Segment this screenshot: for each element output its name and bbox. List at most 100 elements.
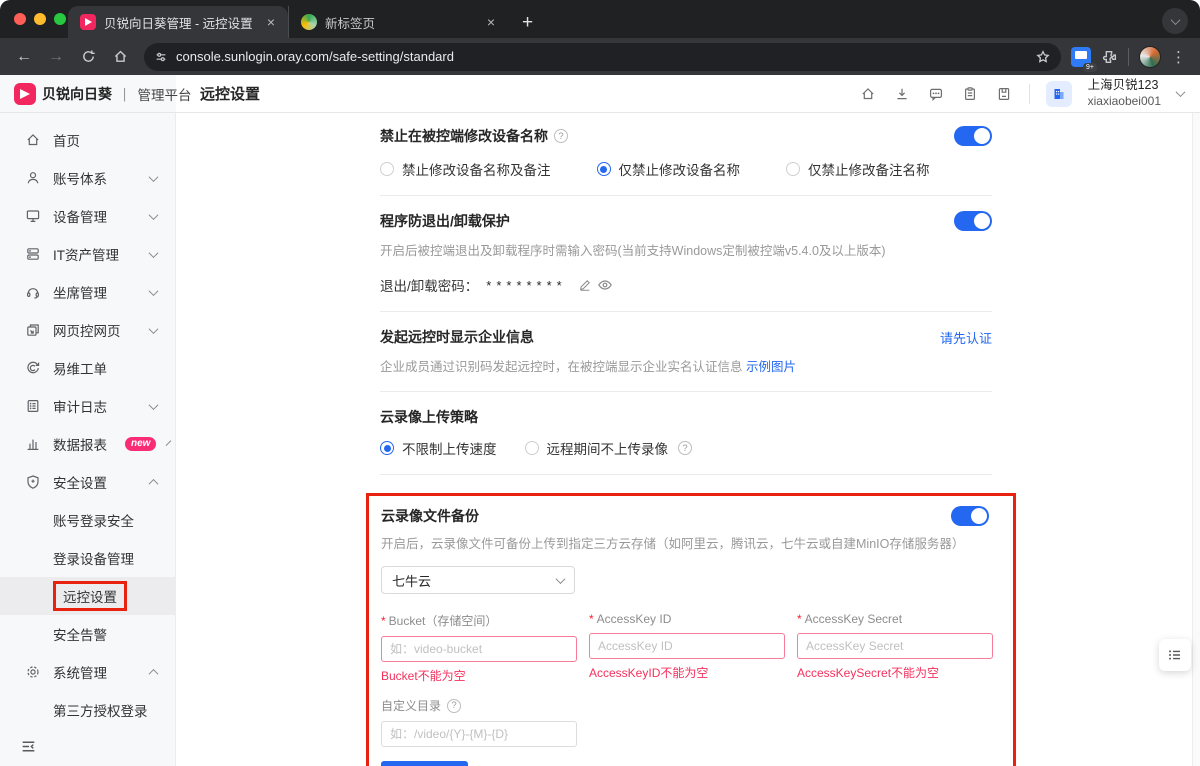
sidebar-item-reports[interactable]: 数据报表 new (0, 425, 175, 463)
minimize-window-button[interactable] (34, 13, 46, 25)
device-name-toggle[interactable] (954, 126, 992, 146)
server-icon (24, 246, 41, 263)
close-tab-icon[interactable]: × (484, 14, 498, 30)
bucket-error: Bucket不能为空 (381, 667, 577, 684)
custom-dir-label-row: 自定义目录 ? (381, 697, 989, 714)
app-logo[interactable]: 贝锐向日葵 ｜ 管理平台 (0, 75, 176, 112)
edit-pencil-icon[interactable] (577, 277, 593, 293)
close-tab-icon[interactable]: × (264, 14, 278, 30)
monitor-icon (24, 208, 41, 225)
sidebar-item-login-device-mgmt[interactable]: 登录设备管理 (0, 539, 175, 577)
bucket-input[interactable] (381, 636, 577, 662)
radio-icon (597, 162, 611, 176)
headset-icon (24, 284, 41, 301)
custom-dir-input[interactable] (381, 721, 577, 747)
user-info[interactable]: 上海贝锐123 xiaxiaobei001 (1088, 78, 1161, 109)
floating-list-button[interactable] (1159, 639, 1191, 671)
home-icon[interactable] (859, 85, 877, 103)
help-icon[interactable]: ? (554, 129, 568, 143)
password-row: 退出/卸载密码： ******** (380, 275, 992, 295)
sidebar-item-third-party-login[interactable]: 第三方授权登录 (0, 691, 175, 729)
annotation-red-box: 远控设置 (53, 581, 127, 611)
shield-icon (24, 474, 41, 491)
sidebar-item-system-mgmt[interactable]: 系统管理 (0, 653, 175, 691)
clipboard-icon[interactable] (961, 85, 979, 103)
sidebar-item-it-assets[interactable]: IT资产管理 (0, 235, 175, 273)
close-window-button[interactable] (14, 13, 26, 25)
sidebar-item-security-alerts[interactable]: 安全告警 (0, 615, 175, 653)
address-bar[interactable]: console.sunlogin.oray.com/safe-setting/s… (144, 43, 1061, 71)
radio-no-upload-during-remote[interactable]: 远程期间不上传录像? (525, 438, 693, 458)
test-connectivity-button[interactable]: 测试连通性 (381, 761, 468, 766)
download-icon[interactable] (893, 85, 911, 103)
accesskey-id-error: AccessKeyID不能为空 (589, 664, 785, 681)
eye-icon[interactable] (597, 277, 613, 293)
sidebar-item-devices[interactable]: 设备管理 (0, 197, 175, 235)
zoom-window-button[interactable] (54, 13, 66, 25)
sidebar-item-ticket[interactable]: 易维工单 (0, 349, 175, 387)
sidebar-item-account-login-security[interactable]: 账号登录安全 (0, 501, 175, 539)
toolbar-right: 9+ ⋮ (1071, 46, 1190, 68)
backup-toggle[interactable] (951, 506, 989, 526)
radio-forbid-name-and-note[interactable]: 禁止修改设备名称及备注 (380, 159, 551, 179)
divider (380, 474, 992, 475)
sample-image-link[interactable]: 示例图片 (746, 360, 796, 374)
sidebar-collapse-icon[interactable] (20, 738, 38, 756)
verify-first-link[interactable]: 请先认证 (940, 328, 992, 347)
site-settings-icon[interactable] (154, 50, 168, 64)
home-button[interactable] (106, 43, 134, 71)
radio-forbid-note-only[interactable]: 仅禁止修改备注名称 (786, 159, 930, 179)
sidebar-item-accounts[interactable]: 账号体系 (0, 159, 175, 197)
new-tab-button[interactable]: + (522, 12, 533, 38)
sidebar-item-web-control[interactable]: 网页控网页 (0, 311, 175, 349)
org-avatar[interactable] (1046, 81, 1072, 107)
radio-unlimited-speed[interactable]: 不限制上传速度 (380, 438, 497, 458)
password-mask: ******** (486, 278, 566, 293)
main-panel: 禁止在被控端修改设备名称 ? 禁止修改设备名称及备注 仅禁止修改设备名称 仅禁止… (176, 113, 1200, 766)
message-icon[interactable] (927, 85, 945, 103)
back-button[interactable]: ← (10, 43, 38, 71)
sidebar-item-security-settings[interactable]: 安全设置 (0, 463, 175, 501)
url-text[interactable]: console.sunlogin.oray.com/safe-setting/s… (176, 49, 1027, 64)
accesskey-id-input[interactable] (589, 633, 785, 659)
bookmark-star-icon[interactable] (1035, 49, 1051, 65)
chevron-down-icon (149, 324, 159, 334)
tab-newtab[interactable]: 新标签页 × (288, 6, 508, 38)
provider-select[interactable]: 七牛云 (381, 566, 575, 594)
sidebar-item-audit-log[interactable]: 审计日志 (0, 387, 175, 425)
annotation-red-box-backup: 云录像文件备份 开启后，云录像文件可备份上传到指定三方云存储（如阿里云，腾讯云，… (366, 493, 1016, 766)
page-title: 远控设置 (200, 83, 260, 104)
required-asterisk: * (589, 612, 594, 626)
tab-search-button[interactable] (1162, 8, 1188, 34)
help-icon[interactable]: ? (447, 699, 461, 713)
accesskey-secret-input[interactable] (797, 633, 993, 659)
sidebar-item-remote-settings[interactable]: 远控设置 (0, 577, 175, 615)
chevron-down-icon (149, 172, 159, 182)
browser-menu-icon[interactable]: ⋮ (1171, 48, 1186, 66)
sidebar-item-home[interactable]: 首页 (0, 121, 175, 159)
brand-divider: ｜ (118, 84, 132, 104)
divider (380, 311, 992, 312)
report-icon[interactable] (995, 85, 1013, 103)
settings-content: 禁止在被控端修改设备名称 ? 禁止修改设备名称及备注 仅禁止修改设备名称 仅禁止… (176, 113, 992, 766)
chevron-down-icon (556, 574, 566, 584)
extensions-puzzle-icon[interactable] (1101, 48, 1118, 65)
sidebar-item-agents[interactable]: 坐席管理 (0, 273, 175, 311)
chevron-up-icon (149, 668, 159, 678)
uninstall-protect-toggle[interactable] (954, 211, 992, 231)
browser-profile-avatar[interactable] (1139, 46, 1161, 68)
extension-flag-icon[interactable]: 9+ (1071, 47, 1091, 67)
radio-forbid-name-only[interactable]: 仅禁止修改设备名称 (597, 159, 741, 179)
accesskey-secret-field-group: *AccessKey Secret AccessKeySecret不能为空 (797, 612, 993, 684)
user-org: 上海贝锐123 (1088, 78, 1161, 94)
help-icon[interactable]: ? (678, 441, 692, 455)
user-chevron-down-icon[interactable] (1176, 87, 1186, 97)
user-name: xiaxiaobei001 (1088, 94, 1161, 109)
tab-console[interactable]: 贝锐向日葵管理 - 远控设置 × (68, 6, 288, 38)
reload-button[interactable] (74, 43, 102, 71)
scrollbar[interactable] (1192, 113, 1200, 766)
forward-button[interactable]: → (42, 43, 70, 71)
traffic-lights (14, 13, 66, 25)
radio-icon (380, 441, 394, 455)
enterprise-info-desc: 企业成员通过识别码发起远控时，在被控端显示企业实名认证信息 示例图片 (380, 356, 992, 375)
